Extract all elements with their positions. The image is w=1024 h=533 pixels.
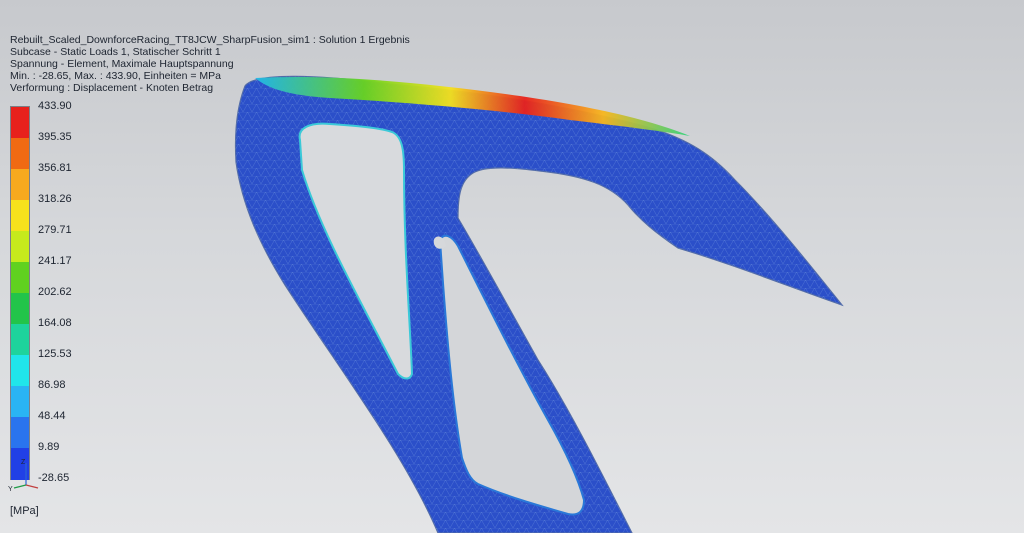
legend-unit: [MPa] <box>10 505 39 517</box>
legend-tick-label: 9.89 <box>38 441 60 453</box>
result-type-line: Spannung - Element, Maximale Hauptspannu… <box>10 58 234 70</box>
legend-tick-label: 202.62 <box>38 286 72 298</box>
legend-tick-label: 164.08 <box>38 317 72 329</box>
result-header: Rebuilt_Scaled_DownforceRacing_TT8JCW_Sh… <box>10 34 410 94</box>
legend-swatch <box>11 386 29 418</box>
z-axis-label: Z <box>21 459 26 466</box>
result-title: Rebuilt_Scaled_DownforceRacing_TT8JCW_Sh… <box>10 34 410 46</box>
legend-tick-label: 318.26 <box>38 193 72 205</box>
legend-color-bar <box>10 106 30 480</box>
legend-tick-label: 433.90 <box>38 100 72 112</box>
legend-swatch <box>11 324 29 356</box>
y-axis-label: Y <box>8 486 13 493</box>
legend-tick-label: 395.35 <box>38 131 72 143</box>
legend-tick-label: 48.44 <box>38 410 66 422</box>
legend-swatch <box>11 200 29 232</box>
legend-swatch <box>11 138 29 170</box>
deformation-line: Verformung : Displacement - Knoten Betra… <box>10 82 214 94</box>
legend-swatch <box>11 355 29 387</box>
min-max-line: Min. : -28.65, Max. : 433.90, Einheiten … <box>10 70 221 82</box>
legend-tick-label: 125.53 <box>38 348 72 360</box>
subcase-line: Subcase - Static Loads 1, Statischer Sch… <box>10 46 221 58</box>
legend-swatch <box>11 169 29 201</box>
legend-tick-label: 241.17 <box>38 255 72 267</box>
legend-tick-label: 86.98 <box>38 379 66 391</box>
legend-swatch <box>11 107 29 139</box>
legend-tick-label: 356.81 <box>38 162 72 174</box>
legend-swatch <box>11 231 29 263</box>
legend-swatch <box>11 417 29 449</box>
coordinate-triad-icon: Z Y <box>8 459 39 493</box>
legend-swatch <box>11 293 29 325</box>
legend-swatch <box>11 262 29 294</box>
legend-tick-label: 279.71 <box>38 224 72 236</box>
color-legend: 433.90 395.35 356.81 318.26 279.71 241.17 202.… <box>10 100 90 484</box>
